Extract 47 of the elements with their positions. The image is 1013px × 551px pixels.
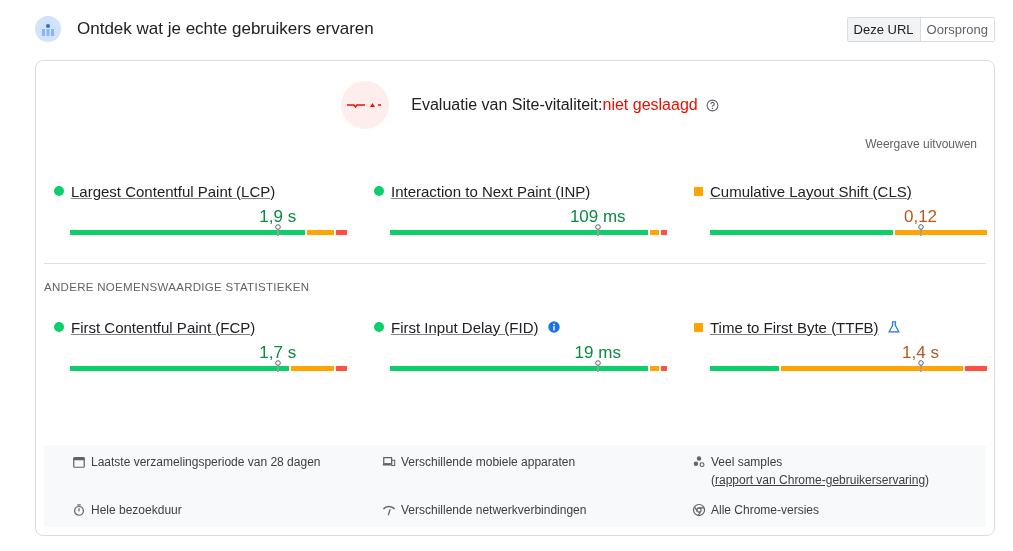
status-square [694,186,703,196]
help-icon[interactable] [705,99,719,113]
detail-text: Veel samples (rapport van Chrome-gebruikerservaring) [711,454,931,489]
metric-value: 1,7 s [259,343,297,363]
stopwatch-icon [72,503,86,517]
metric-link[interactable]: Cumulative Layout Shift (CLS) [710,182,912,200]
pulse-badge-icon [341,81,390,129]
status-dot [54,322,64,332]
percentile-marker [917,360,924,372]
metric-value: 1,9 s [259,207,297,227]
detail-text: Hele bezoekduur [91,502,182,519]
percentile-marker [274,360,281,372]
calendar-icon [72,455,86,469]
metric-link[interactable]: Largest Contentful Paint (LCP) [71,182,276,200]
status-square [694,322,703,332]
percentile-marker [274,224,281,236]
detail-text: Verschillende mobiele apparaten [401,454,576,471]
metric-link[interactable]: Interaction to Next Paint (INP) [391,182,591,200]
section-heading: ANDERE NOEMENSWAARDIGE STATISTIEKEN [44,281,311,293]
metric-value: 109 ms [569,207,626,227]
report-link[interactable]: rapport van Chrome-gebruikerservaring [715,473,926,487]
metric-link[interactable]: First Input Delay (FID) [391,318,539,336]
metric-value: 19 ms [574,343,621,363]
metric-value: 1,4 s [902,343,939,363]
metric-link[interactable]: Time to First Byte (TTFB) [710,318,879,336]
chart-logo-icon [35,16,61,42]
chrome-icon [692,503,706,517]
devices-icon [382,455,396,469]
scope-tab[interactable]: Oorsprong [919,17,994,41]
percentile-marker [594,360,601,372]
status-dot [54,186,64,196]
detail-text: Verschillende netwerkverbindingen [401,502,587,519]
percentile-marker [594,224,601,236]
detail-text: Alle Chrome-versies [711,502,820,519]
scope-tab[interactable]: Deze URL [847,17,920,41]
section-title: Ontdek wat je echte gebruikers ervaren [77,19,375,39]
metric-value: 0,12 [903,207,938,227]
detail-text: Laatste verzamelingsperiode van 28 dagen [91,454,321,471]
wifi-icon [382,503,396,517]
dots-icon [692,455,706,469]
percentile-marker [917,224,924,236]
status-dot [374,322,384,332]
metric-link[interactable]: First Contentful Paint (FCP) [71,318,256,336]
info-icon[interactable] [546,320,561,334]
status-dot [374,186,384,196]
expand-link[interactable]: Weergave uitvouwen [865,137,977,151]
assessment-text: Evaluatie van Site-vitaliteit:niet geslaagd [411,96,719,114]
